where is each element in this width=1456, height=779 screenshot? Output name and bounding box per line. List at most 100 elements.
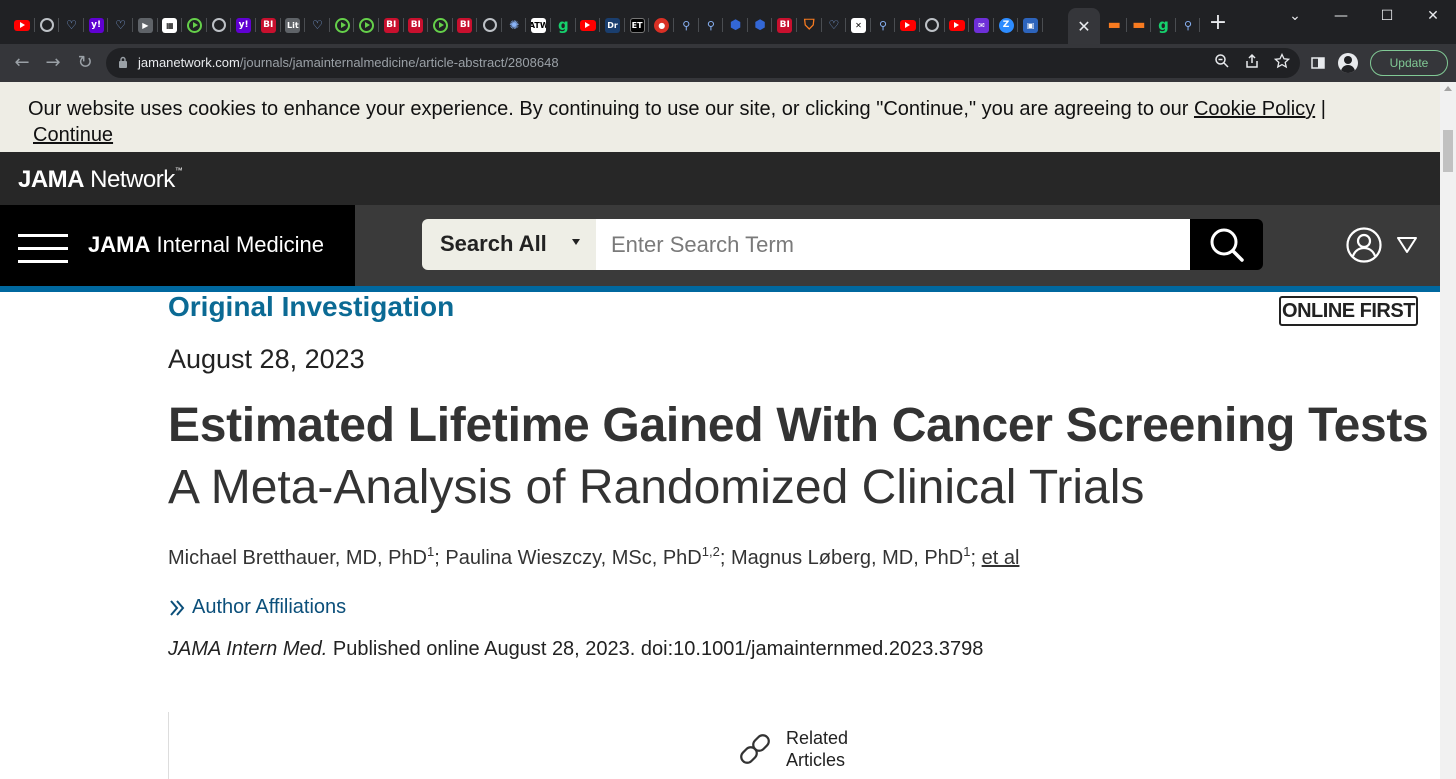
author-1[interactable]: Michael Bretthauer, MD, PhD: [168, 547, 427, 569]
pinned-tab-9[interactable]: y!: [231, 14, 256, 36]
maximize-button[interactable]: ☐: [1364, 0, 1410, 32]
trailing-tab-3[interactable]: ⚲: [1176, 14, 1201, 36]
heart-icon: ♡: [66, 18, 77, 32]
pinned-tab-27[interactable]: ⚲: [674, 14, 699, 36]
pinned-tab-19[interactable]: [477, 14, 502, 36]
pinned-tab-3[interactable]: y!: [84, 14, 109, 36]
close-tab-icon[interactable]: ✕: [1077, 17, 1090, 36]
pinned-tab-1[interactable]: [35, 14, 60, 36]
address-bar[interactable]: jamanetwork.com/journals/jamainternalmed…: [106, 48, 1300, 78]
pinned-tab-25[interactable]: ET: [625, 14, 650, 36]
publication-date: August 28, 2023: [168, 344, 365, 374]
page-scrollbar[interactable]: [1440, 82, 1456, 779]
search-icon: [1210, 228, 1244, 262]
dr-icon: Dr: [605, 17, 621, 33]
lock-icon[interactable]: [118, 56, 128, 68]
scroll-up-arrow-icon[interactable]: [1444, 86, 1452, 91]
pinned-tab-40[interactable]: Z: [994, 14, 1019, 36]
play-icon: [359, 17, 375, 33]
reload-icon[interactable]: ↻: [72, 49, 98, 75]
pinned-tab-24[interactable]: Dr: [600, 14, 625, 36]
pinned-tab-0[interactable]: [10, 14, 35, 36]
pinned-tab-23[interactable]: [576, 14, 601, 36]
close-window-button[interactable]: ✕: [1410, 0, 1456, 32]
pinned-tab-33[interactable]: ♡: [822, 14, 847, 36]
author-2[interactable]: Paulina Wieszczy, MSc, PhD: [445, 547, 701, 569]
pinned-tab-18[interactable]: BI: [453, 14, 478, 36]
pinned-tab-41[interactable]: ▣: [1018, 14, 1043, 36]
tab-strip: ♡ y! ♡ ▶ ▦ y! BI Lit ♡ BI BI BI ✺ ATW g Dr ET ● ⚲ ⚲ ⬢ ⬢ BI ⛉ ♡ ✕ ⚲…: [0, 0, 1456, 44]
share-icon[interactable]: [1244, 53, 1260, 69]
pinned-tab-36[interactable]: [895, 14, 920, 36]
search-scope-select[interactable]: Search All: [422, 219, 596, 270]
hamburger-menu-icon[interactable]: [18, 230, 70, 264]
pinned-tab-4[interactable]: ♡: [108, 14, 133, 36]
pinned-tab-8[interactable]: [207, 14, 232, 36]
triangle-down-icon[interactable]: [1397, 236, 1417, 254]
pinned-tab-22[interactable]: g: [551, 14, 576, 36]
youtube-icon: [14, 19, 31, 31]
journal-brand: JAMA Internal Medicine: [0, 205, 355, 286]
pinned-tab-12[interactable]: ♡: [305, 14, 330, 36]
pinned-tab-11[interactable]: Lit: [281, 14, 306, 36]
cookie-separator: |: [1320, 98, 1326, 120]
scroll-thumb[interactable]: [1443, 130, 1453, 172]
related-articles-button[interactable]: Related Articles: [736, 727, 866, 771]
trailing-tab-1[interactable]: ▬: [1127, 14, 1152, 36]
search-icon: ⚲: [879, 18, 888, 32]
tab-search-button[interactable]: ⌄: [1272, 0, 1318, 32]
pinned-tab-7[interactable]: [182, 14, 207, 36]
article-type[interactable]: Original Investigation: [168, 291, 454, 323]
bookmark-icon: ▬: [1107, 17, 1121, 33]
journal-bar: JAMA Internal Medicine Search All: [0, 205, 1440, 286]
minimize-button[interactable]: —: [1318, 0, 1364, 32]
pinned-tab-28[interactable]: ⚲: [699, 14, 724, 36]
pinned-tab-38[interactable]: [945, 14, 970, 36]
profile-avatar-icon[interactable]: [1338, 53, 1358, 73]
pinned-tab-31[interactable]: BI: [772, 14, 797, 36]
active-tab[interactable]: ✕: [1068, 8, 1100, 44]
user-account-icon[interactable]: [1346, 227, 1382, 263]
pinned-tab-20[interactable]: ✺: [502, 14, 527, 36]
pinned-tab-21[interactable]: ATW: [526, 14, 551, 36]
search-button[interactable]: [1190, 219, 1263, 270]
back-arrow-icon[interactable]: ←: [9, 49, 35, 75]
trailing-tab-0[interactable]: ▬: [1102, 14, 1127, 36]
pinned-tab-16[interactable]: BI: [404, 14, 429, 36]
url-text[interactable]: jamanetwork.com/journals/jamainternalmed…: [138, 55, 559, 70]
search-icon: ⚲: [706, 18, 715, 32]
side-panel-icon[interactable]: [1310, 55, 1326, 71]
new-tab-button[interactable]: +: [1208, 12, 1228, 34]
star-icon[interactable]: [1274, 53, 1290, 69]
pinned-tab-5[interactable]: ▶: [133, 14, 158, 36]
gizmodo-icon: g: [1158, 17, 1169, 33]
continue-link[interactable]: Continue: [33, 122, 113, 148]
zoom-icon[interactable]: [1214, 53, 1230, 69]
forward-arrow-icon[interactable]: →: [40, 49, 66, 75]
search-scope-label: Search All: [440, 231, 547, 256]
pinned-tab-6[interactable]: ▦: [158, 14, 183, 36]
pinned-tab-15[interactable]: BI: [379, 14, 404, 36]
pinned-tab-39[interactable]: ✉: [969, 14, 994, 36]
search-input[interactable]: [596, 219, 1190, 270]
journal-name[interactable]: JAMA Internal Medicine: [88, 232, 324, 258]
pinned-tab-2[interactable]: ♡: [59, 14, 84, 36]
pinned-tab-35[interactable]: ⚲: [871, 14, 896, 36]
pinned-tab-32[interactable]: ⛉: [797, 14, 822, 36]
pinned-tab-14[interactable]: [354, 14, 379, 36]
author-affiliations-toggle[interactable]: Author Affiliations: [168, 596, 346, 619]
pinned-tab-26[interactable]: ●: [649, 14, 674, 36]
trailing-tab-2[interactable]: g: [1151, 14, 1176, 36]
pinned-tab-34[interactable]: ✕: [846, 14, 871, 36]
et-al-link[interactable]: et al: [982, 547, 1020, 569]
update-button[interactable]: Update: [1370, 50, 1448, 76]
pinned-tab-37[interactable]: [920, 14, 945, 36]
jama-network-logo[interactable]: JAMA Network™: [18, 166, 183, 194]
pinned-tab-29[interactable]: ⬢: [723, 14, 748, 36]
author-3[interactable]: Magnus Løberg, MD, PhD: [731, 547, 963, 569]
pinned-tab-30[interactable]: ⬢: [748, 14, 773, 36]
pinned-tab-13[interactable]: [330, 14, 355, 36]
pinned-tab-17[interactable]: [428, 14, 453, 36]
pinned-tab-10[interactable]: BI: [256, 14, 281, 36]
cookie-policy-link[interactable]: Cookie Policy: [1194, 98, 1315, 120]
